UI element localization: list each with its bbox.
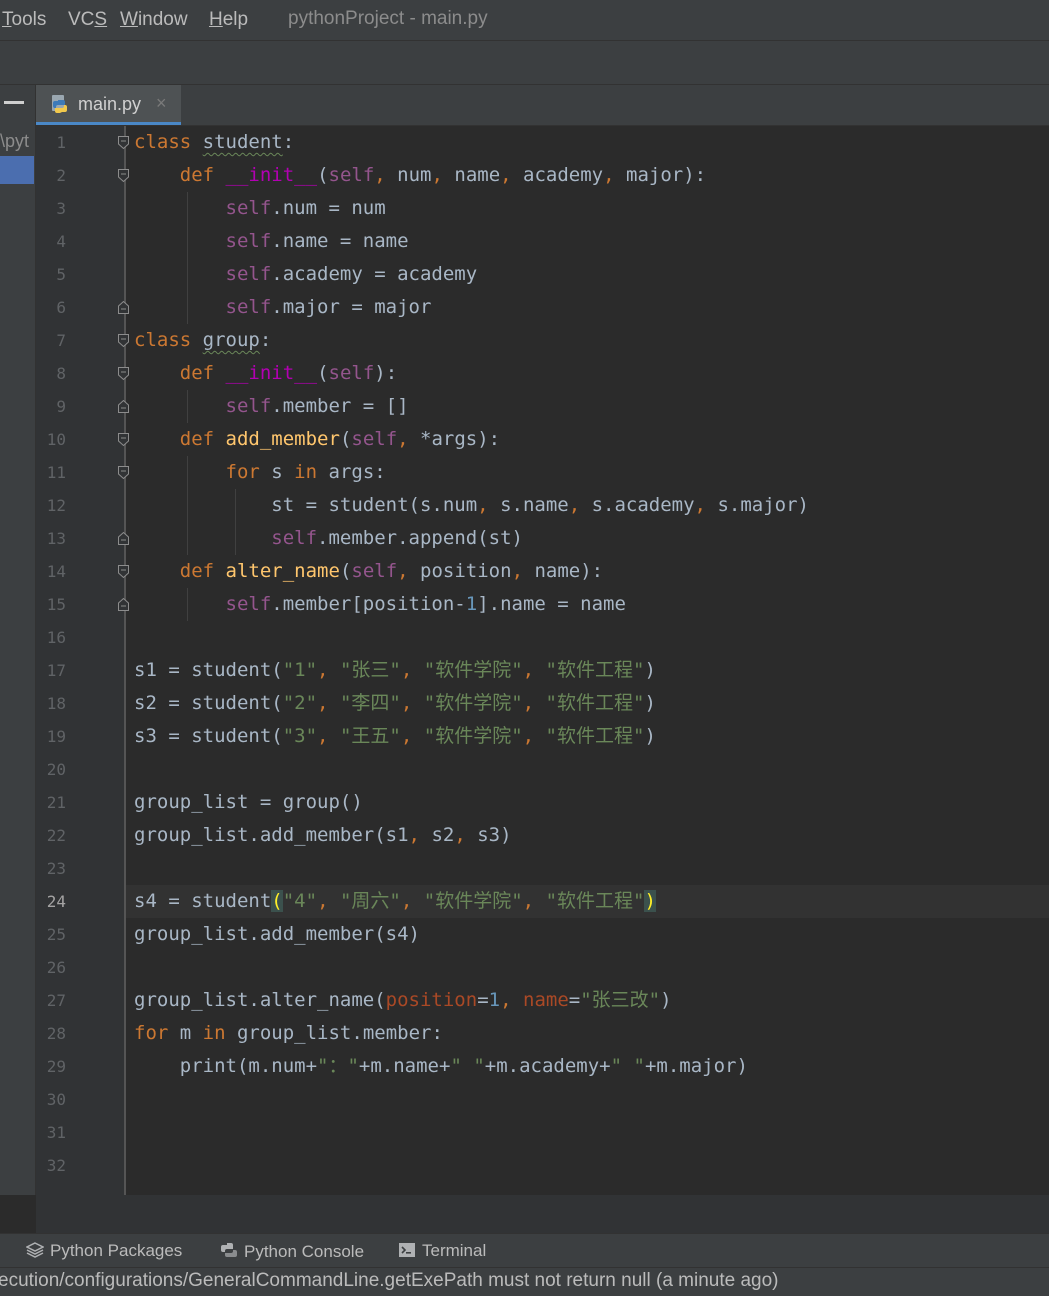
fold-open-icon[interactable] [118,466,129,479]
code-line: class student: [134,131,295,153]
line-number: 28 [46,1024,66,1043]
fold-open-icon[interactable] [118,136,129,149]
menu-vcs[interactable]: VCS [68,9,107,31]
tool-window-bar: Python Packages Python Console Terminal [0,1233,1049,1268]
code-line: self.academy = academy [225,263,478,285]
line-number: 22 [46,826,66,845]
menu-bar: Tools VCS Window Help pythonProject - ma… [0,0,1049,41]
code-line: s3 = student("3", "王五", "软件学院", "软件工程") [134,725,656,747]
code-line: self.name = name [225,230,409,252]
window-title: pythonProject - main.py [288,8,488,29]
line-number: 24 [46,892,66,911]
fold-open-icon[interactable] [118,367,129,380]
line-number: 7 [56,331,66,350]
code-line: for m in group_list.member: [134,1022,443,1044]
python-console-tab[interactable]: Python Console [220,1241,364,1262]
code-editor[interactable]: class student: def __init__(self, num, n… [126,126,1049,1195]
line-number: 13 [46,529,66,548]
line-number: 20 [46,760,66,779]
line-number: 10 [46,430,66,449]
project-tree-selection[interactable] [0,156,34,184]
fold-open-icon[interactable] [118,334,129,347]
line-number: 9 [56,397,66,416]
line-number: 30 [46,1090,66,1109]
line-number: 11 [46,463,66,482]
line-number: 21 [46,793,66,812]
fold-close-icon[interactable] [118,400,129,413]
line-number: 27 [46,991,66,1010]
line-number: 6 [56,298,66,317]
code-line: print(m.num+"："+m.name+" "+m.academy+" "… [134,1055,748,1077]
line-number: 15 [46,595,66,614]
line-number: 3 [56,199,66,218]
code-line: group_list.add_member(s4) [134,923,420,945]
line-number: 18 [46,694,66,713]
line-number: 25 [46,925,66,944]
line-number: 4 [56,232,66,251]
toolbar [0,41,1049,85]
code-line: class group: [134,329,272,351]
line-number: 8 [56,364,66,383]
python-packages-tab[interactable]: Python Packages [26,1241,182,1261]
fold-close-icon[interactable] [118,301,129,314]
code-line: group_list = group() [134,791,363,813]
code-line: def alter_name(self, position, name): [179,560,604,582]
line-number: 1 [56,133,66,152]
line-number: 17 [46,661,66,680]
code-line: self.member[position-1].name = name [225,593,626,615]
code-line: def __init__(self, num, name, academy, m… [179,164,707,186]
code-line: group_list.add_member(s1, s2, s3) [134,824,512,846]
python-packages-label: Python Packages [50,1241,183,1260]
fold-close-icon[interactable] [118,598,129,611]
line-number: 2 [56,166,66,185]
fold-close-icon[interactable] [118,532,129,545]
line-number: 19 [46,727,66,746]
layers-icon [26,1242,44,1258]
code-line: self.major = major [225,296,432,318]
line-number: 26 [46,958,66,977]
tab-label: main.py [78,94,142,114]
fold-open-icon[interactable] [118,565,129,578]
line-number: 31 [46,1123,66,1142]
code-line: def __init__(self): [179,362,398,384]
close-icon[interactable]: × [156,93,167,114]
python-console-icon [221,1243,237,1257]
code-line: def add_member(self, *args): [179,428,501,450]
code-line: s1 = student("1", "张三", "软件学院", "软件工程") [134,659,656,681]
status-bar: ecution/configurations/GeneralCommandLin… [0,1267,1049,1296]
editor-bottom-area [36,1195,1049,1233]
menu-tools[interactable]: Tools [2,9,46,31]
fold-open-icon[interactable] [118,169,129,182]
python-file-icon [52,95,67,113]
menu-window[interactable]: Window [120,9,188,31]
fold-open-icon[interactable] [118,433,129,446]
line-number: 14 [46,562,66,581]
code-line: st = student(s.num, s.name, s.academy, s… [134,494,809,516]
code-line: group_list.alter_name(position=1, name="… [134,989,672,1011]
project-panel: \pyt [0,85,36,1195]
editor-tab-bar: main.py × [36,85,1049,126]
tab-main-py[interactable]: main.py × [36,85,181,125]
code-line: self.member.append(st) [271,527,523,549]
line-number: 16 [46,628,66,647]
code-line: self.num = num [225,197,386,219]
project-path-fragment: \pyt [0,131,30,151]
line-number: 32 [46,1156,66,1175]
menu-help[interactable]: Help [209,9,248,31]
line-number: 29 [46,1057,66,1076]
code-line: s2 = student("2", "李四", "软件学院", "软件工程") [134,692,656,714]
line-number: 12 [46,496,66,515]
line-number: 23 [46,859,66,878]
terminal-tab[interactable]: Terminal [398,1241,486,1261]
line-number: 5 [56,265,66,284]
terminal-label: Terminal [422,1241,487,1260]
code-line: for s in args: [225,461,386,483]
python-console-label: Python Console [244,1242,365,1261]
code-line: s4 = student("4", "周六", "软件学院", "软件工程") [134,890,656,912]
status-message[interactable]: ecution/configurations/GeneralCommandLin… [0,1270,779,1292]
collapse-panel-button[interactable] [4,101,24,104]
terminal-icon [399,1243,415,1257]
code-line: self.member = [] [225,395,409,417]
